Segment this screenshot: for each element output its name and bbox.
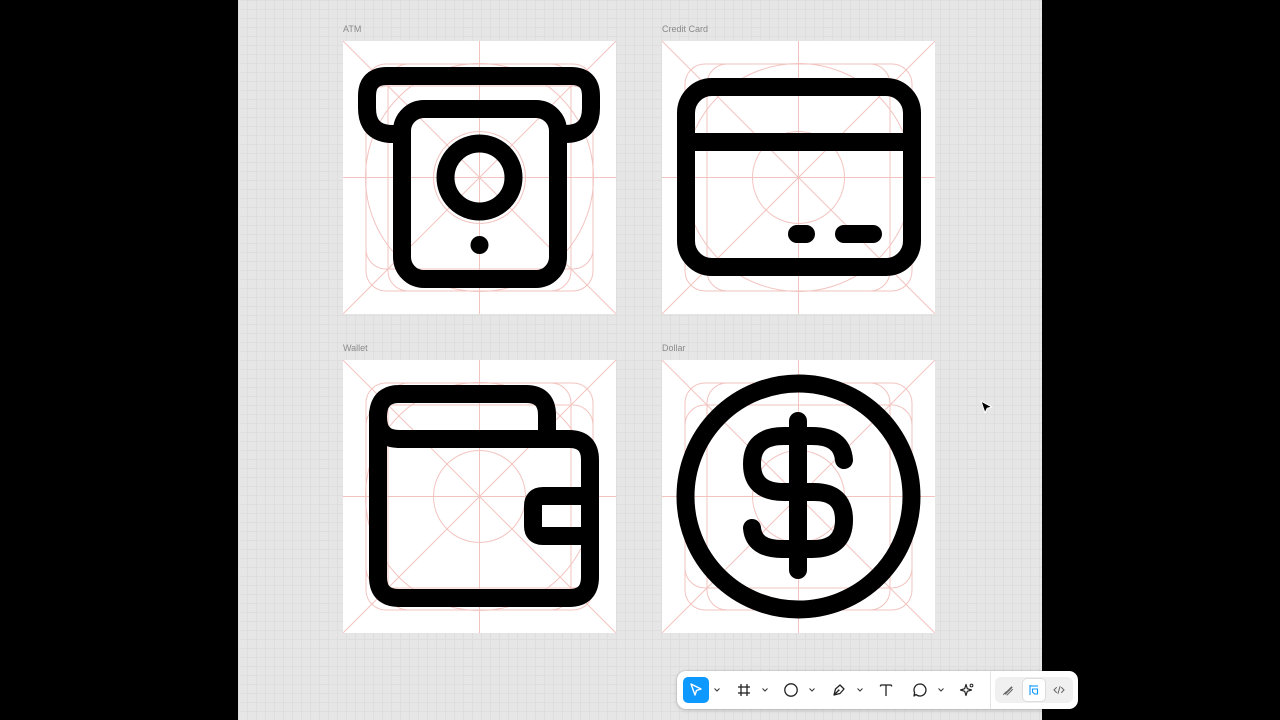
chevron-down-icon xyxy=(938,688,944,692)
dev-mode-icon xyxy=(1053,686,1065,694)
frame-label-atm[interactable]: ATM xyxy=(343,24,361,34)
pen-tool-chevron[interactable] xyxy=(856,677,864,703)
chevron-down-icon xyxy=(714,688,720,692)
dev-mode-button[interactable] xyxy=(1048,679,1070,701)
chevron-down-icon xyxy=(809,688,815,692)
mouse-pointer-icon xyxy=(980,400,993,414)
draw-mode-button[interactable] xyxy=(997,679,1019,701)
chevron-down-icon xyxy=(762,688,768,692)
frame-label-dollar[interactable]: Dollar xyxy=(662,343,686,353)
chevron-down-icon xyxy=(857,688,863,692)
frame-atm[interactable] xyxy=(343,41,616,314)
toolbar-divider xyxy=(990,671,991,709)
frame-tool-chevron[interactable] xyxy=(761,677,769,703)
dollar-coin-icon xyxy=(676,374,921,619)
sparkle-actions-icon xyxy=(959,683,974,697)
credit-card-icon xyxy=(677,78,921,276)
shape-tool-chevron[interactable] xyxy=(808,677,816,703)
design-mode-button[interactable] xyxy=(1023,679,1045,701)
cursor-arrow-icon xyxy=(690,683,702,696)
actions-tool-button[interactable] xyxy=(954,677,980,703)
text-icon xyxy=(879,684,893,696)
atm-icon xyxy=(358,67,600,288)
frame-hash-icon xyxy=(738,684,750,696)
pen-icon xyxy=(833,684,845,696)
move-tool-button[interactable] xyxy=(683,677,709,703)
frame-label-credit-card[interactable]: Credit Card xyxy=(662,24,708,34)
design-canvas[interactable]: ATM Credit Card Wallet Dollar xyxy=(238,0,1078,720)
frame-dollar[interactable] xyxy=(662,360,935,633)
comment-icon xyxy=(913,683,927,697)
frame-wallet[interactable] xyxy=(343,360,616,633)
wallet-icon xyxy=(369,385,599,607)
mode-switcher xyxy=(995,677,1073,703)
pen-tool-button[interactable] xyxy=(826,677,852,703)
shape-tool-button[interactable] xyxy=(778,677,804,703)
draw-mode-icon xyxy=(1003,686,1013,696)
comment-tool-chevron[interactable] xyxy=(937,677,945,703)
frame-credit-card[interactable] xyxy=(662,41,935,314)
move-tool-chevron[interactable] xyxy=(713,677,721,703)
ellipse-icon xyxy=(784,683,798,697)
comment-tool-button[interactable] xyxy=(907,677,933,703)
design-mode-icon xyxy=(1029,685,1039,695)
frame-label-wallet[interactable]: Wallet xyxy=(343,343,368,353)
text-tool-button[interactable] xyxy=(873,677,899,703)
frame-tool-button[interactable] xyxy=(731,677,757,703)
bottom-toolbar xyxy=(677,671,1078,709)
